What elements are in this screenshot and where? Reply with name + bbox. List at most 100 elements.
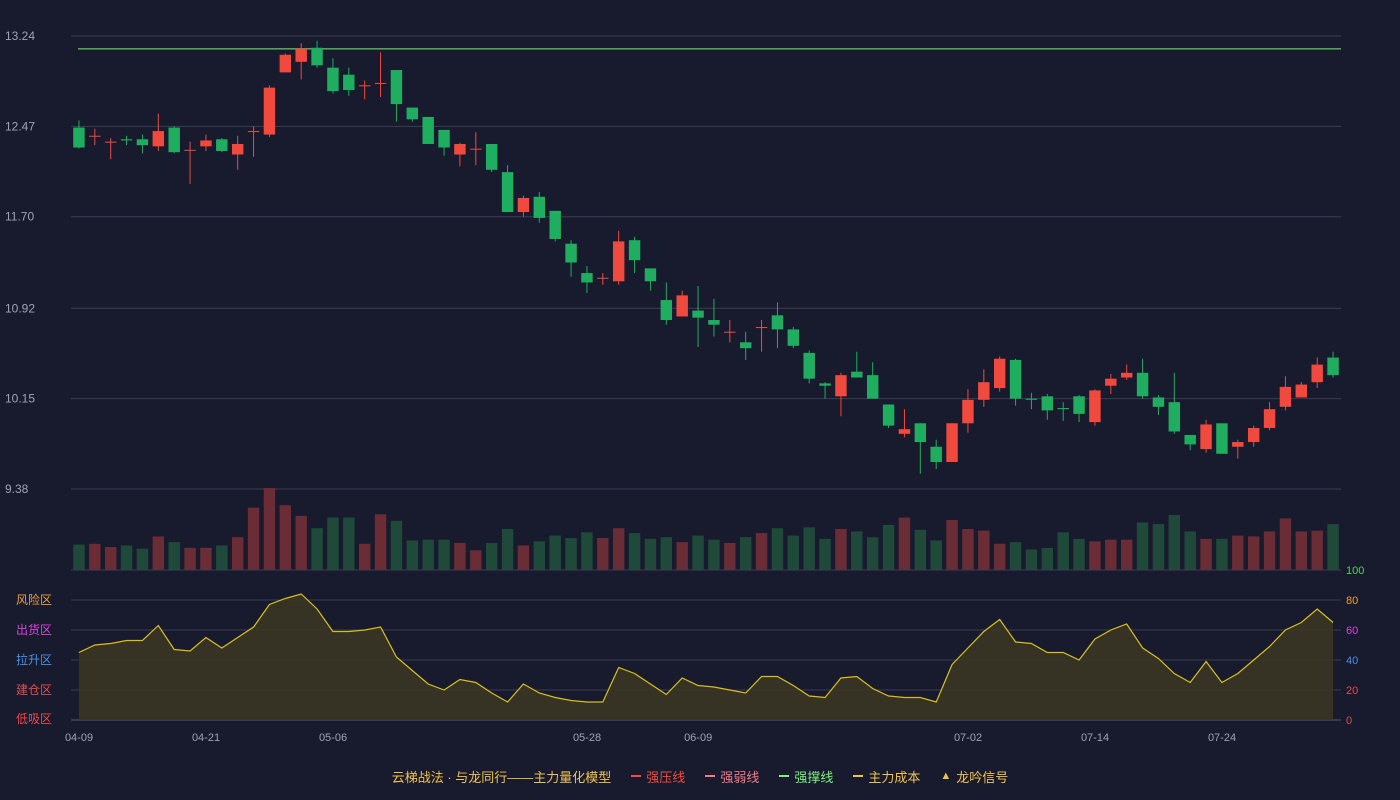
- volume-bar: [739, 537, 752, 570]
- legend-swatch: [779, 775, 790, 777]
- candlestick: [676, 290, 688, 317]
- candlestick: [1073, 395, 1085, 423]
- candlestick: [549, 210, 561, 242]
- candlestick: [708, 298, 720, 337]
- volume-bar: [1136, 522, 1149, 570]
- legend-swatch: [853, 775, 864, 777]
- legend-label: 龙吟信号: [956, 769, 1009, 785]
- volume-bar: [152, 536, 165, 570]
- candlestick: [692, 285, 704, 347]
- volume-bar: [946, 519, 958, 570]
- candle-body: [517, 197, 530, 213]
- candle-body: [1216, 423, 1228, 454]
- candlestick: [247, 126, 260, 157]
- candle-body: [1136, 372, 1149, 397]
- date-tick-label: 07-24: [1208, 732, 1236, 744]
- legend-item[interactable]: ▲ 龙吟信号: [940, 767, 1008, 786]
- legend-item[interactable]: 强压线: [631, 767, 685, 786]
- volume-bar: [216, 545, 228, 570]
- candle-body: [930, 446, 942, 463]
- candle-body: [1168, 402, 1181, 432]
- date-tick-label: 07-02: [954, 732, 982, 744]
- volume-bar: [1120, 539, 1133, 570]
- volume-bar: [1247, 536, 1260, 570]
- legend-item[interactable]: 强弱线: [705, 767, 759, 786]
- legend-item[interactable]: 主力成本: [853, 767, 920, 786]
- volume-bar: [73, 544, 85, 570]
- candlestick: [73, 120, 85, 149]
- volume-bar: [263, 488, 276, 570]
- volume-bar: [581, 532, 593, 570]
- volume-bar: [200, 547, 212, 570]
- candle-body: [533, 196, 546, 218]
- candlestick: [517, 195, 530, 217]
- volume-bar: [454, 542, 466, 570]
- candle-body: [962, 399, 974, 424]
- candle-body: [279, 54, 292, 73]
- volume-bar: [1105, 539, 1117, 570]
- zone-label: 出货区: [16, 622, 52, 637]
- volume-bar: [993, 543, 1006, 570]
- indicator-area: [78, 594, 1334, 720]
- indicator-tick-label: 0: [1346, 715, 1352, 727]
- volume-bar: [533, 541, 546, 570]
- volume-bar: [803, 527, 815, 570]
- volume-bar: [485, 542, 498, 570]
- candlestick: [168, 126, 180, 154]
- candle-body: [390, 70, 403, 105]
- candle-body: [835, 375, 847, 397]
- date-tick-label: 04-21: [192, 732, 220, 744]
- candle-body: [1247, 427, 1260, 443]
- volume-bar: [104, 547, 117, 570]
- legend-label: 强压线: [646, 769, 686, 785]
- candlestick: [374, 52, 387, 98]
- volume-bar: [279, 505, 292, 570]
- volume-bar: [1152, 524, 1165, 570]
- legend-label: 强撑线: [794, 769, 834, 785]
- candlestick: [1168, 372, 1181, 434]
- candle-body: [914, 423, 927, 443]
- candlestick: [644, 268, 657, 291]
- candle-body: [1025, 398, 1038, 400]
- candlestick: [755, 320, 768, 352]
- candlestick: [1263, 402, 1276, 431]
- volume-bar: [597, 538, 609, 570]
- candle-body: [708, 320, 720, 325]
- candlestick: [485, 143, 498, 173]
- legend-item[interactable]: 强撑线: [779, 767, 833, 786]
- candlestick: [327, 58, 339, 94]
- candlestick: [597, 273, 609, 285]
- candle-body: [200, 140, 212, 147]
- candle-body: [755, 327, 768, 329]
- volume-bar: [120, 545, 133, 570]
- candle-body: [1311, 364, 1323, 383]
- volume-bar: [231, 537, 244, 570]
- volume-bar: [914, 529, 927, 570]
- volume-bar: [422, 539, 434, 570]
- candle-body: [851, 371, 863, 378]
- volume-bar: [978, 530, 990, 570]
- candlestick: [422, 116, 434, 144]
- candlestick: [1232, 439, 1244, 459]
- candle-body: [136, 139, 149, 146]
- candlestick: [739, 331, 752, 360]
- candlestick: [1311, 357, 1323, 389]
- candlestick: [1216, 423, 1228, 454]
- volume-bar: [374, 514, 387, 570]
- candle-body: [597, 277, 609, 279]
- volume-bar: [1168, 515, 1181, 570]
- candlestick: [454, 142, 466, 167]
- candlestick: [819, 382, 831, 399]
- candlestick: [1184, 435, 1196, 451]
- volume-bar: [1200, 538, 1212, 570]
- candlestick: [1105, 373, 1117, 394]
- candlestick: [612, 230, 625, 285]
- zone-label: 建仓区: [16, 683, 52, 697]
- volume-bar: [898, 517, 911, 570]
- candle-body: [898, 429, 911, 434]
- candle-body: [1009, 359, 1022, 399]
- indicator-tick-label: 20: [1346, 685, 1358, 697]
- candlestick: [279, 53, 292, 73]
- volume-bar: [755, 533, 768, 570]
- volume-bar: [1311, 530, 1323, 570]
